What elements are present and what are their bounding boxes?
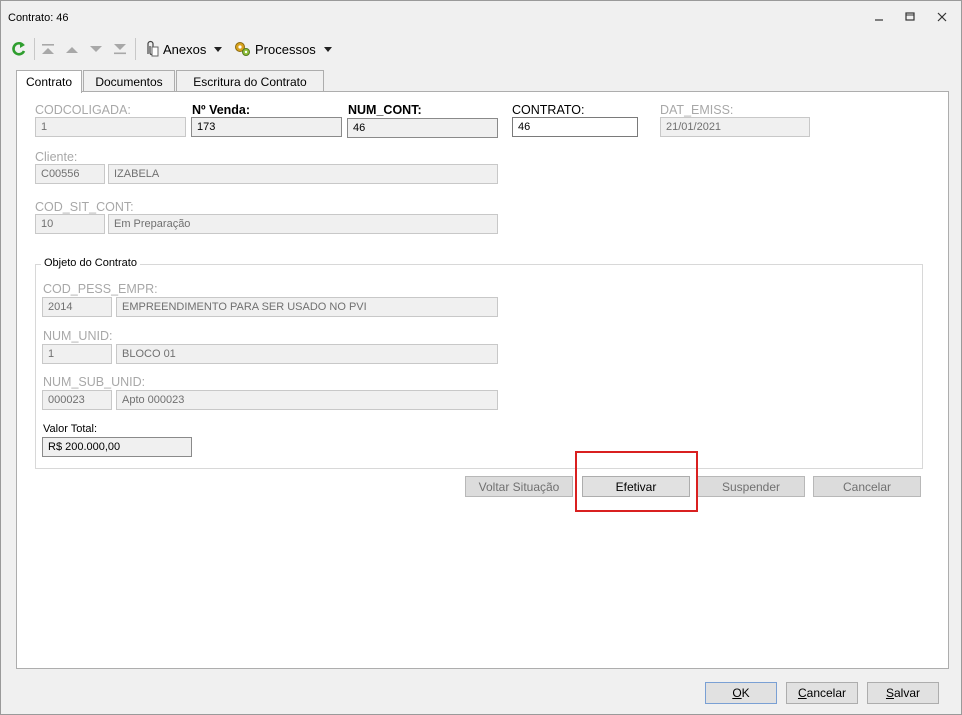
dat-emiss-label: DAT_EMISS: — [660, 103, 734, 117]
gears-icon — [235, 42, 250, 56]
processos-label: Processos — [255, 41, 316, 57]
anexos-label: Anexos — [163, 41, 207, 57]
cod-pess-empr-code-field[interactable]: 2014 — [42, 297, 112, 317]
num-sub-unid-code-field[interactable]: 000023 — [42, 390, 112, 410]
title-bar: Contrato: 46 — [1, 1, 961, 31]
num-unid-code-field[interactable]: 1 — [42, 344, 112, 364]
voltar-situacao-button[interactable]: Voltar Situação — [465, 476, 573, 497]
next-record-icon — [90, 46, 102, 52]
ok-accel: O — [732, 686, 742, 700]
valor-total-label: Valor Total: — [43, 423, 98, 435]
refresh-icon — [12, 42, 26, 56]
close-icon — [937, 12, 947, 22]
tab-documentos[interactable]: Documentos — [83, 70, 175, 91]
paperclip-icon — [147, 40, 159, 57]
suspender-button[interactable]: Suspender — [697, 476, 805, 497]
cod-pess-empr-name-field[interactable]: EMPREENDIMENTO PARA SER USADO NO PVI — [116, 297, 498, 317]
cliente-code-field[interactable]: C00556 — [35, 164, 105, 184]
cancelar-accel: C — [797, 686, 807, 700]
contrato-label: CONTRATO: — [512, 103, 585, 117]
nvenda-field[interactable]: 173 — [191, 117, 342, 137]
valor-total-field[interactable]: R$ 200.000,00 — [42, 437, 192, 457]
contrato-panel: CODCOLIGADA: 1 Nº Venda: 173 NUM_CONT: 4… — [16, 91, 949, 669]
cod-pess-empr-label: COD_PESS_EMPR: — [43, 282, 158, 296]
next-record-button[interactable] — [89, 38, 103, 60]
tab-escritura[interactable]: Escritura do Contrato — [176, 70, 324, 91]
cliente-name-field[interactable]: IZABELA — [108, 164, 498, 184]
window-title: Contrato: 46 — [8, 12, 69, 24]
cod-sit-cont-name-field[interactable]: Em Preparação — [108, 214, 498, 234]
contract-window: Contrato: 46 Anexos Processos Contrato D… — [0, 0, 962, 715]
salvar-button[interactable]: Salvar — [867, 682, 939, 704]
cod-sit-cont-label: COD_SIT_CONT: — [35, 200, 134, 214]
anexos-menu[interactable]: Anexos — [143, 38, 223, 60]
chevron-down-icon — [214, 46, 223, 52]
first-record-button[interactable] — [41, 38, 55, 60]
cliente-label: Cliente: — [35, 150, 78, 164]
cancelar-rest: ancelar — [806, 686, 847, 700]
nvenda-label: Nº Venda: — [192, 103, 251, 117]
processos-menu[interactable]: Processos — [233, 38, 332, 60]
num-cont-field[interactable]: 46 — [347, 118, 498, 138]
last-record-icon — [114, 44, 126, 55]
cod-sit-cont-code-field[interactable]: 10 — [35, 214, 105, 234]
num-cont-label: NUM_CONT: — [348, 103, 422, 117]
restore-button[interactable] — [901, 10, 919, 24]
restore-icon — [905, 12, 915, 21]
minimize-icon — [875, 19, 883, 21]
toolbar: Anexos Processos — [1, 34, 961, 62]
previous-record-button[interactable] — [65, 38, 79, 60]
close-button[interactable] — [933, 10, 951, 24]
num-unid-label: NUM_UNID: — [43, 329, 113, 343]
chevron-down-icon — [323, 46, 332, 52]
salvar-rest: alvar — [894, 686, 921, 700]
objeto-group-title: Objeto do Contrato — [41, 257, 140, 269]
tab-contrato[interactable]: Contrato — [16, 70, 82, 93]
codcoligada-label: CODCOLIGADA: — [35, 103, 131, 117]
last-record-button[interactable] — [113, 38, 127, 60]
efetivar-button[interactable]: Efetivar — [582, 476, 690, 497]
num-sub-unid-label: NUM_SUB_UNID: — [43, 375, 146, 389]
previous-record-icon — [66, 47, 78, 53]
num-unid-name-field[interactable]: BLOCO 01 — [116, 344, 498, 364]
contrato-field[interactable]: 46 — [512, 117, 638, 137]
minimize-button[interactable] — [870, 10, 888, 24]
num-sub-unid-name-field[interactable]: Apto 000023 — [116, 390, 498, 410]
salvar-accel: S — [885, 686, 894, 700]
codcoligada-field[interactable]: 1 — [35, 117, 186, 137]
objeto-group: Objeto do Contrato COD_PESS_EMPR: 2014 E… — [35, 257, 923, 469]
ok-button[interactable]: OK — [705, 682, 777, 704]
cancelar-action-button[interactable]: Cancelar — [813, 476, 921, 497]
dat-emiss-field[interactable]: 21/01/2021 — [660, 117, 810, 137]
first-record-icon — [42, 44, 54, 54]
refresh-button[interactable] — [11, 38, 27, 60]
ok-rest: K — [741, 686, 750, 700]
cancelar-button[interactable]: Cancelar — [786, 682, 858, 704]
